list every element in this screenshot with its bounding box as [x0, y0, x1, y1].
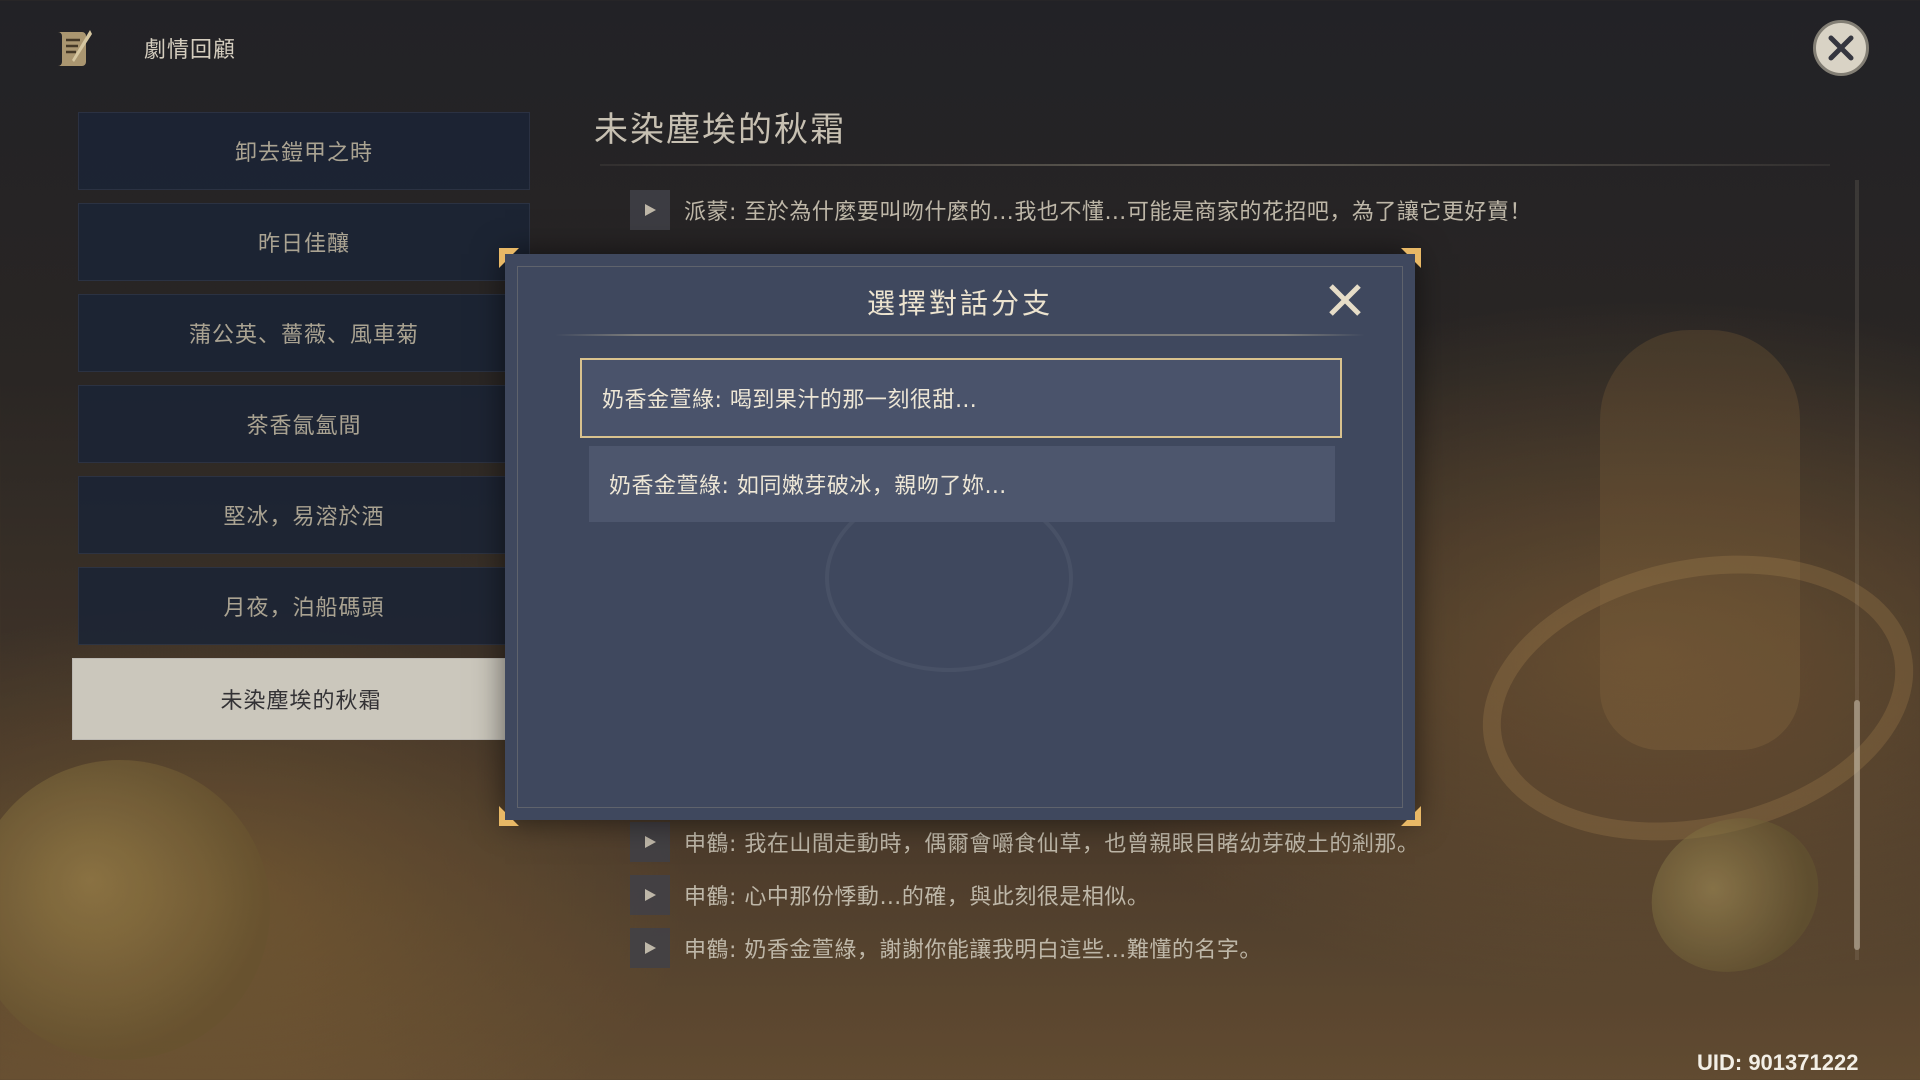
branch-dialog: 選擇對話分支 奶香金萱綠: 喝到果汁的那一刻很甜… 奶香金萱綠: 如同嫩芽破冰，… [499, 248, 1421, 826]
corner-ornament-icon [1401, 248, 1421, 268]
corner-ornament-icon [499, 248, 519, 268]
option-label: 奶香金萱綠: 如同嫩芽破冰，親吻了妳… [609, 474, 1007, 499]
corner-ornament-icon [499, 806, 519, 826]
uid-label: UID: 901371222 [1697, 1050, 1859, 1075]
dialog-title: 選擇對話分支 [866, 287, 1053, 320]
dialogue-option[interactable]: 奶香金萱綠: 如同嫩芽破冰，親吻了妳… [589, 446, 1335, 522]
close-icon[interactable] [1325, 280, 1365, 320]
dialog-divider [555, 334, 1365, 336]
dialogue-option-selected[interactable]: 奶香金萱綠: 喝到果汁的那一刻很甜… [580, 358, 1342, 438]
corner-ornament-icon [1401, 806, 1421, 826]
option-label: 奶香金萱綠: 喝到果汁的那一刻很甜… [602, 388, 978, 413]
